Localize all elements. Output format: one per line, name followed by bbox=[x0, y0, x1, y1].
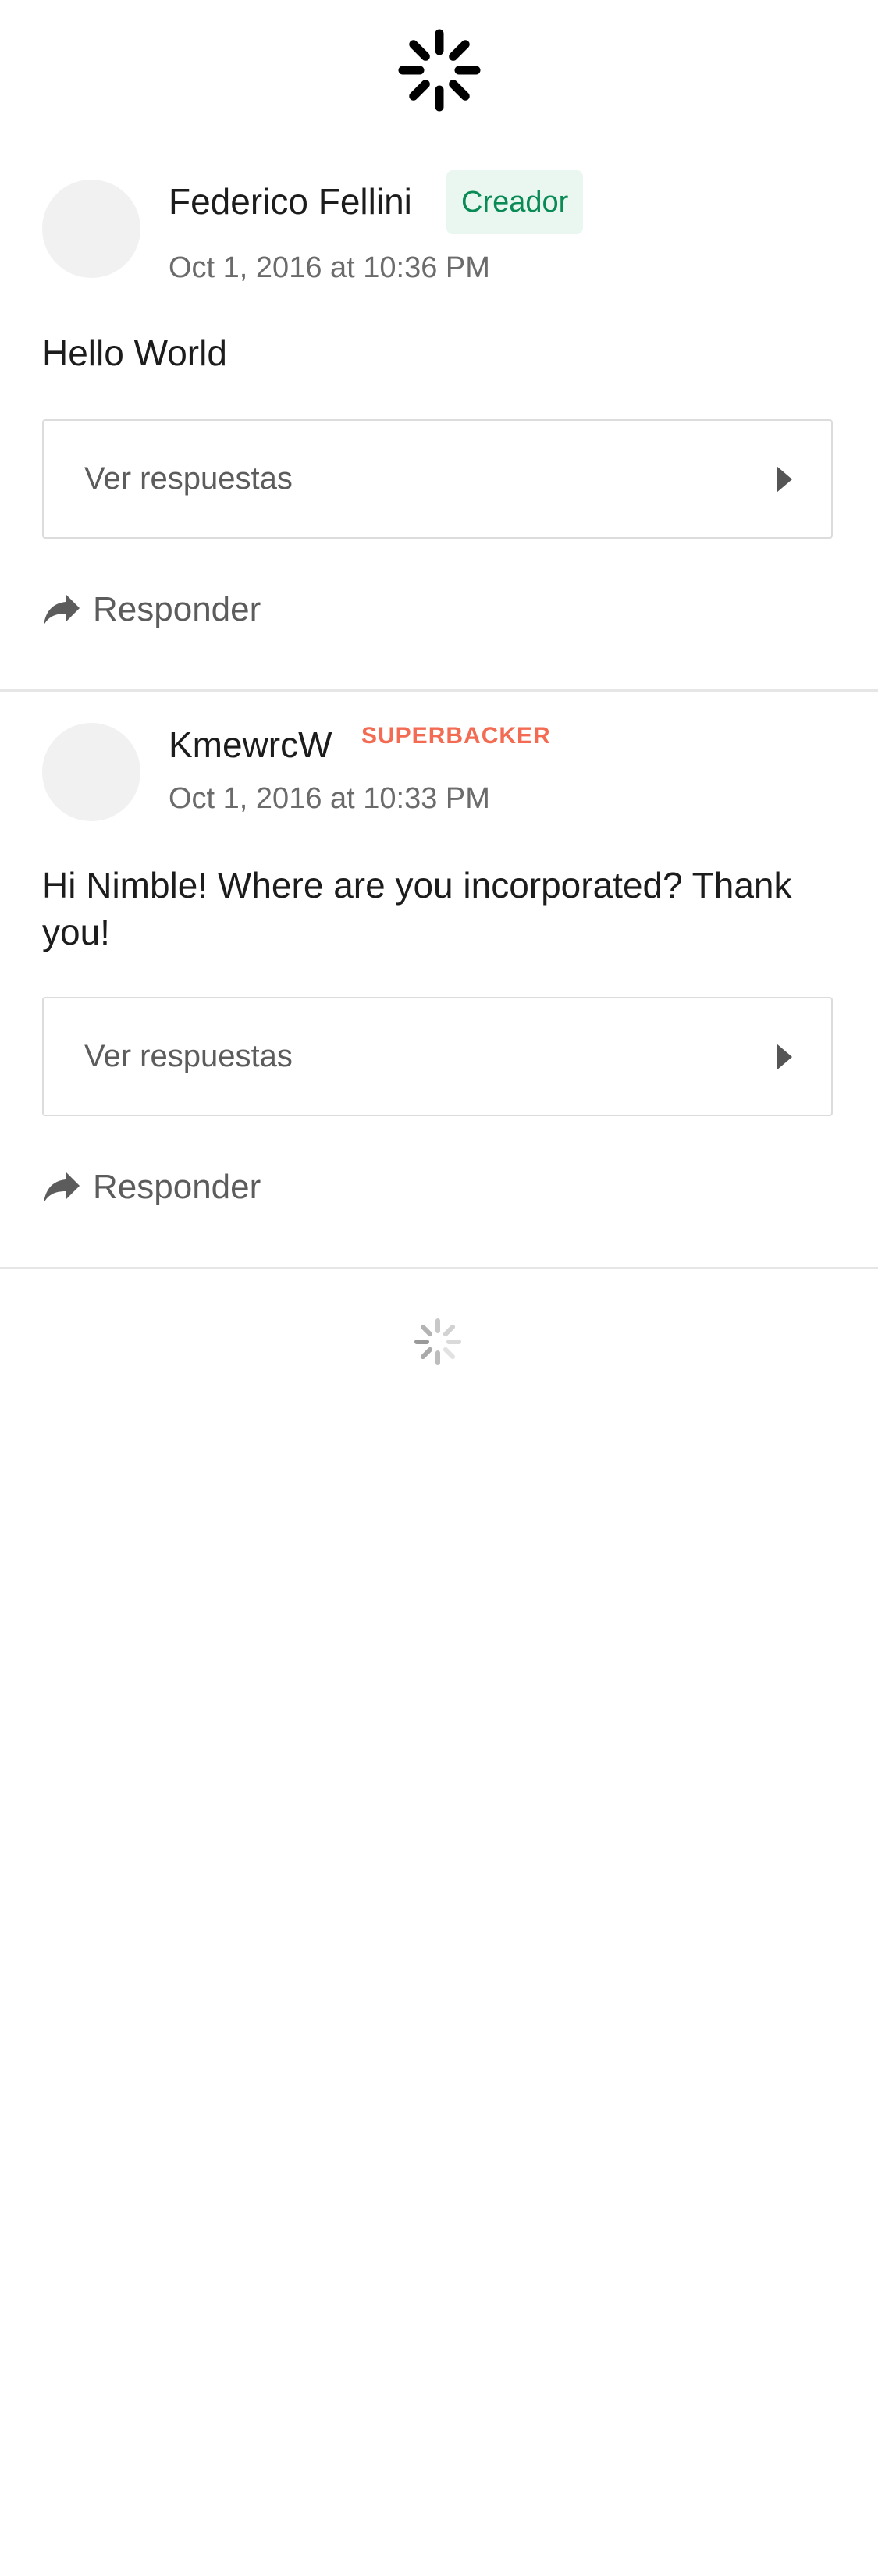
share-arrow-icon bbox=[44, 1172, 80, 1203]
comment-author[interactable]: Federico Fellini bbox=[169, 180, 412, 223]
caret-right-icon bbox=[777, 466, 792, 493]
reply-label: Responder bbox=[93, 590, 261, 628]
comment-author[interactable]: KmewrcW bbox=[169, 723, 332, 767]
view-replies-label: Ver respuestas bbox=[84, 461, 293, 496]
share-arrow-icon bbox=[44, 594, 80, 625]
comment-timestamp: Oct 1, 2016 at 10:33 PM bbox=[169, 782, 490, 815]
view-replies-button[interactable]: Ver respuestas bbox=[42, 419, 833, 539]
creator-badge: Creador bbox=[446, 170, 584, 234]
loading-spinner-icon bbox=[414, 1318, 461, 1365]
loading-spinner-icon bbox=[398, 29, 481, 112]
caret-right-icon bbox=[777, 1044, 792, 1070]
view-replies-label: Ver respuestas bbox=[84, 1039, 293, 1073]
avatar[interactable] bbox=[42, 723, 140, 821]
comment-body: Hello World bbox=[42, 333, 227, 373]
view-replies-button[interactable]: Ver respuestas bbox=[42, 997, 833, 1116]
comment-body: Hi Nimble! Where are you incorporated? T… bbox=[42, 865, 792, 952]
avatar[interactable] bbox=[42, 180, 140, 278]
comment-item: Federico Fellini Creador Oct 1, 2016 at … bbox=[0, 164, 878, 692]
comment-item: KmewrcW SUPERBACKER Oct 1, 2016 at 10:33… bbox=[0, 692, 878, 1269]
comment-timestamp: Oct 1, 2016 at 10:36 PM bbox=[169, 251, 490, 284]
superbacker-badge: SUPERBACKER bbox=[361, 723, 551, 749]
reply-label: Responder bbox=[93, 1168, 261, 1206]
